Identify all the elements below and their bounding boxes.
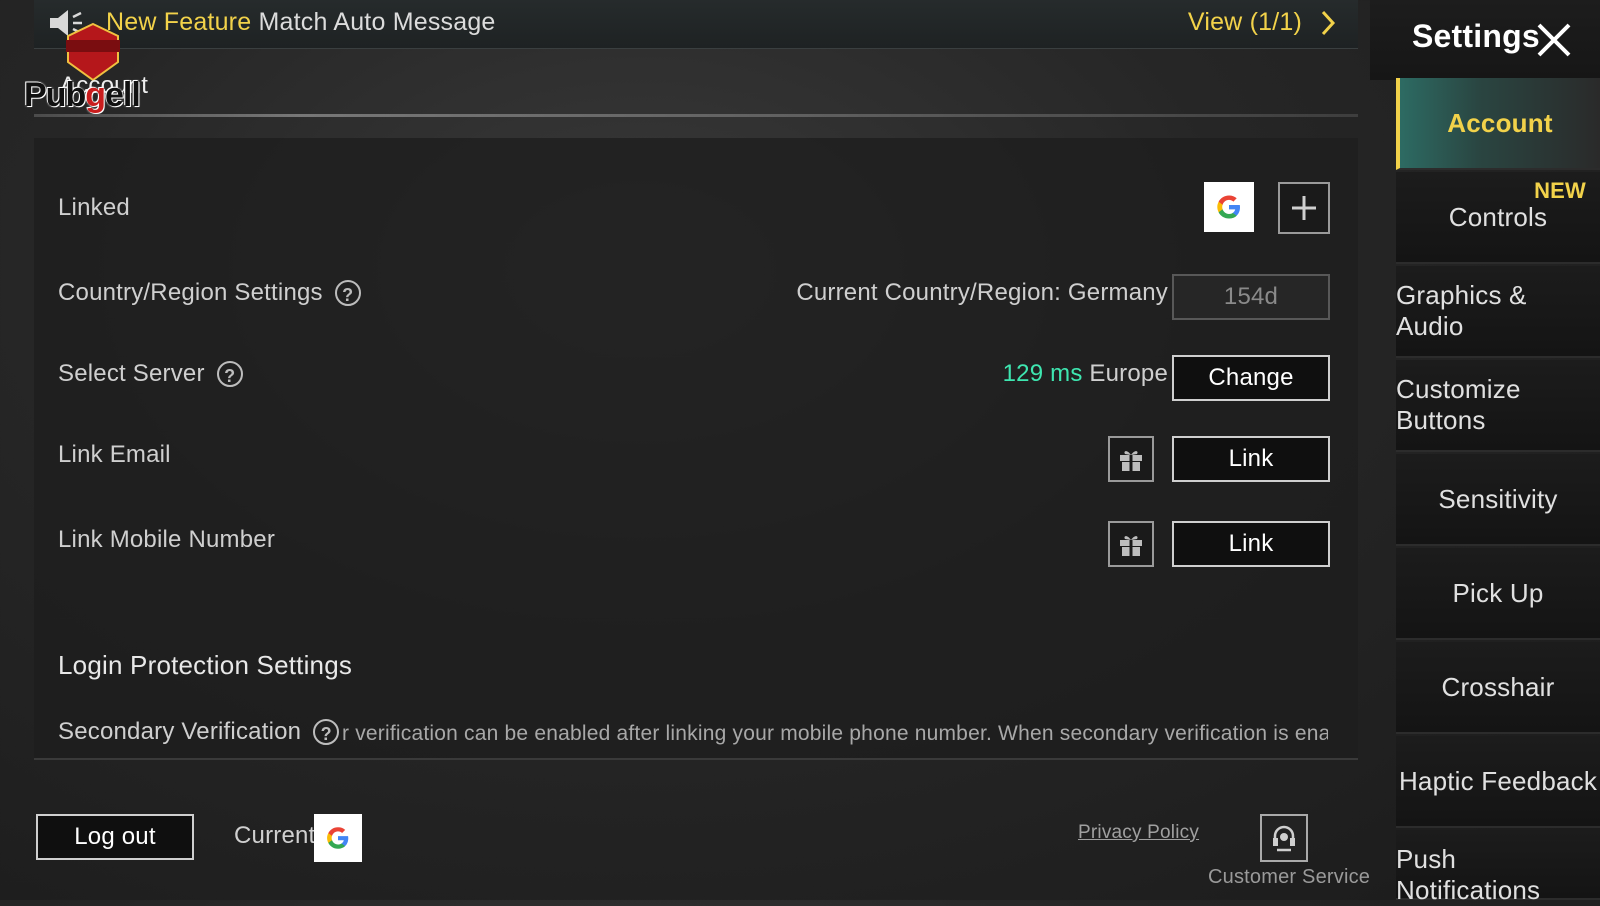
gift-icon bbox=[1120, 536, 1142, 556]
tab-push-notifications-label: Push Notifications bbox=[1396, 844, 1541, 905]
tab-account[interactable]: Account bbox=[1396, 78, 1600, 170]
server-ping: 129 ms bbox=[1002, 360, 1083, 387]
page-title: Account bbox=[60, 72, 149, 99]
current-country-text: Current Country/Region: Germany bbox=[796, 279, 1168, 306]
announcement-message: Match Auto Message bbox=[251, 8, 496, 36]
server-help-icon[interactable]: ? bbox=[216, 361, 243, 387]
tab-sensitivity[interactable]: Sensitivity bbox=[1396, 454, 1600, 546]
tab-customize-buttons[interactable]: Customize Buttons bbox=[1396, 360, 1600, 452]
select-server-label: Select Server ? bbox=[58, 360, 243, 388]
tab-pick-up[interactable]: Pick Up bbox=[1396, 548, 1600, 640]
new-badge: NEW bbox=[1534, 178, 1586, 203]
tab-haptic-feedback[interactable]: Haptic Feedback bbox=[1396, 736, 1600, 828]
login-protection-title: Login Protection Settings bbox=[58, 650, 353, 680]
linked-label: Linked bbox=[58, 194, 130, 222]
logout-button[interactable]: Log out bbox=[36, 814, 194, 860]
announcement-bar[interactable]: New Feature Match Auto Message View (1/1… bbox=[34, 0, 1358, 49]
secondary-help-icon[interactable]: ? bbox=[313, 719, 340, 745]
server-status: 129 ms Europe bbox=[1003, 360, 1168, 388]
linked-label-text: Linked bbox=[58, 194, 130, 221]
tab-sensitivity-label: Sensitivity bbox=[1438, 483, 1558, 514]
country-help-icon[interactable]: ? bbox=[334, 280, 361, 306]
tab-crosshair[interactable]: Crosshair bbox=[1396, 642, 1600, 734]
link-mobile-label-text: Link Mobile Number bbox=[58, 526, 276, 553]
settings-sidebar: Account Controls NEW Graphics & Audio Cu… bbox=[1396, 78, 1600, 905]
country-region-label-text: Country/Region Settings bbox=[58, 279, 323, 306]
mobile-reward-button[interactable] bbox=[1108, 521, 1154, 567]
link-email-label-text: Link Email bbox=[58, 441, 171, 468]
privacy-policy-link[interactable]: Privacy Policy bbox=[1078, 822, 1199, 844]
country-region-label: Country/Region Settings ? bbox=[58, 279, 361, 307]
link-email-button[interactable]: Link bbox=[1172, 436, 1330, 482]
tab-account-label: Account bbox=[1447, 107, 1553, 138]
panel-bottom-divider bbox=[34, 758, 1358, 760]
streamer-logo bbox=[24, 18, 174, 118]
tab-crosshair-label: Crosshair bbox=[1441, 671, 1555, 702]
view-announcements-button[interactable]: View (1/1) bbox=[1188, 8, 1336, 37]
settings-title: Settings bbox=[1412, 18, 1540, 54]
secondary-verification-label: Secondary Verification ? bbox=[58, 718, 340, 746]
tab-controls[interactable]: Controls NEW bbox=[1396, 172, 1600, 264]
tab-graphics-audio[interactable]: Graphics & Audio bbox=[1396, 266, 1600, 358]
server-region: Europe bbox=[1082, 360, 1168, 387]
tab-haptic-feedback-label: Haptic Feedback bbox=[1398, 765, 1598, 796]
link-mobile-label: Link Mobile Number bbox=[58, 526, 275, 554]
secondary-verification-label-text: Secondary Verification bbox=[58, 718, 302, 745]
tab-controls-label: Controls bbox=[1448, 201, 1548, 232]
tab-push-notifications[interactable]: Push Notifications bbox=[1396, 830, 1600, 905]
change-server-button[interactable]: Change bbox=[1172, 355, 1330, 401]
add-link-button[interactable] bbox=[1278, 182, 1330, 234]
google-icon bbox=[327, 827, 349, 849]
close-icon[interactable] bbox=[1534, 20, 1574, 60]
email-reward-button[interactable] bbox=[1108, 436, 1154, 482]
link-mobile-button[interactable]: Link bbox=[1172, 521, 1330, 567]
google-icon bbox=[1217, 195, 1240, 219]
secondary-verification-description: r verification can be enabled after link… bbox=[342, 722, 1328, 745]
plus-icon bbox=[1292, 196, 1316, 220]
google-linked-button[interactable] bbox=[1204, 182, 1254, 232]
tab-pick-up-label: Pick Up bbox=[1452, 577, 1544, 608]
select-server-label-text: Select Server bbox=[58, 360, 205, 387]
customer-service-button[interactable] bbox=[1260, 814, 1308, 862]
title-divider bbox=[34, 114, 1358, 117]
gift-icon bbox=[1120, 451, 1142, 471]
current-account-label: Current bbox=[234, 822, 316, 849]
headset-icon bbox=[1273, 825, 1295, 852]
customer-service-label: Customer Service bbox=[1208, 866, 1371, 888]
view-label: View (1/1) bbox=[1187, 8, 1302, 36]
chevron-right-icon bbox=[1321, 10, 1336, 35]
tab-customize-buttons-label: Customize Buttons bbox=[1396, 374, 1521, 435]
link-email-label: Link Email bbox=[58, 441, 171, 469]
current-google-badge bbox=[314, 814, 362, 862]
country-cooldown-field: 154d bbox=[1172, 274, 1330, 320]
tab-graphics-audio-label: Graphics & Audio bbox=[1396, 280, 1527, 341]
